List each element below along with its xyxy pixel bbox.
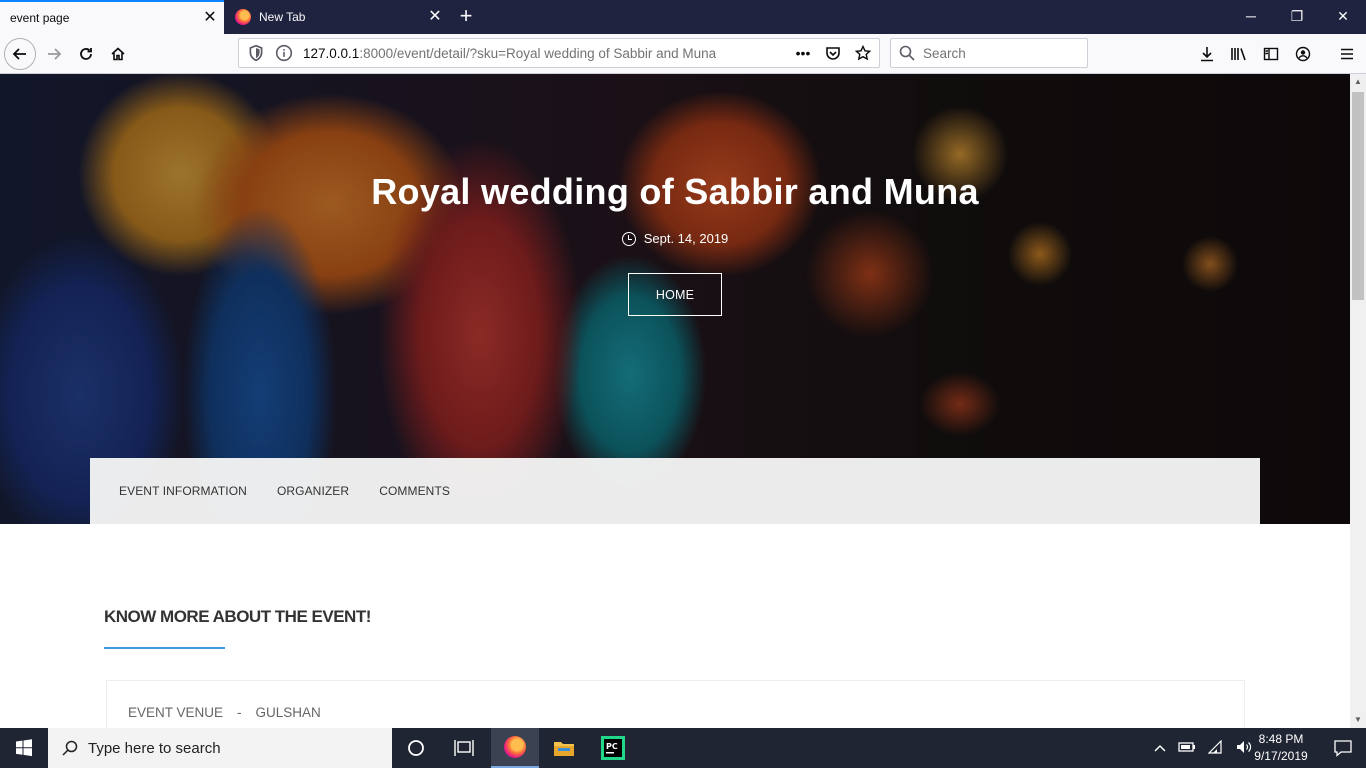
venue-separator: - <box>237 705 242 720</box>
home-button[interactable] <box>102 38 134 70</box>
back-arrow-icon <box>12 48 26 60</box>
new-tab-button[interactable]: + <box>452 2 480 32</box>
window-close-icon[interactable]: ✕ <box>1320 0 1366 34</box>
battery-icon[interactable] <box>1178 741 1196 756</box>
clock-icon <box>621 231 636 246</box>
back-button[interactable] <box>4 38 36 70</box>
tab-event-information[interactable]: EVENT INFORMATION <box>119 484 247 498</box>
system-tray <box>1154 728 1252 768</box>
url-bar[interactable]: 127.0.0.1:8000/event/detail/?sku=Royal w… <box>238 38 880 68</box>
taskbar-firefox-icon[interactable] <box>491 728 539 768</box>
reload-icon <box>80 48 92 60</box>
url-actions: ••• <box>793 43 873 63</box>
info-icon[interactable] <box>275 44 293 62</box>
section-divider <box>104 647 225 649</box>
tray-chevron-up-icon[interactable] <box>1154 741 1166 755</box>
event-tabs: EVENT INFORMATION ORGANIZER COMMENTS <box>90 458 1260 524</box>
search-icon <box>62 740 78 756</box>
page-actions-icon[interactable]: ••• <box>793 43 813 63</box>
forward-button[interactable] <box>38 38 70 70</box>
taskbar-search[interactable]: Type here to search <box>48 728 392 768</box>
file-explorer-icon[interactable] <box>540 728 588 768</box>
scroll-up-arrow-icon[interactable]: ▲ <box>1350 74 1366 90</box>
task-view-icon[interactable] <box>440 728 488 768</box>
nav-bar: 127.0.0.1:8000/event/detail/?sku=Royal w… <box>0 34 1366 74</box>
url-host: 127.0.0.1 <box>303 45 360 61</box>
close-tab-icon[interactable]: ✕ <box>196 10 224 26</box>
taskbar-clock[interactable]: 8:48 PM 9/17/2019 <box>1248 731 1314 765</box>
forward-arrow-icon <box>48 48 62 60</box>
search-placeholder: Search <box>923 45 966 61</box>
tab-strip: event page ✕ New Tab ✕ + ─ ❐ ✕ <box>0 0 1366 34</box>
account-icon[interactable] <box>1292 43 1314 65</box>
svg-text:PC: PC <box>606 742 618 751</box>
tab-title: New Tab <box>259 10 306 24</box>
scroll-down-arrow-icon[interactable]: ▼ <box>1350 712 1366 728</box>
vertical-scrollbar[interactable]: ▲ ▼ <box>1350 74 1366 728</box>
wifi-icon[interactable] <box>1207 739 1224 757</box>
venue-card: EVENT VENUE - GULSHAN <box>106 680 1245 728</box>
pocket-icon[interactable] <box>823 43 843 63</box>
venue-value: GULSHAN <box>255 705 321 720</box>
restore-icon[interactable]: ❐ <box>1274 0 1320 34</box>
scroll-thumb[interactable] <box>1352 92 1364 300</box>
tab-comments[interactable]: COMMENTS <box>379 484 450 498</box>
url-text[interactable]: 127.0.0.1:8000/event/detail/?sku=Royal w… <box>303 46 716 61</box>
close-tab-icon[interactable]: ✕ <box>421 9 449 25</box>
tab-event-page[interactable]: event page ✕ <box>0 0 224 34</box>
taskbar-search-placeholder: Type here to search <box>88 739 221 757</box>
search-field[interactable]: Search <box>890 38 1088 68</box>
home-icon <box>111 47 125 61</box>
clock-time: 8:48 PM <box>1258 732 1304 746</box>
bookmark-star-icon[interactable] <box>853 43 873 63</box>
tab-new-tab[interactable]: New Tab ✕ <box>225 0 449 34</box>
library-icon[interactable] <box>1228 43 1250 65</box>
venue-row: EVENT VENUE - GULSHAN <box>128 705 321 720</box>
venue-label: EVENT VENUE <box>128 705 224 720</box>
reload-button[interactable] <box>70 38 102 70</box>
page-viewport: Royal wedding of Sabbir and Muna Sept. 1… <box>0 74 1350 728</box>
downloads-icon[interactable] <box>1196 43 1218 65</box>
event-date-text: Sept. 14, 2019 <box>643 231 729 246</box>
url-path: :8000/event/detail/?sku=Royal wedding of… <box>359 45 717 61</box>
windows-start-icon[interactable] <box>0 728 48 768</box>
hamburger-menu-icon[interactable] <box>1336 43 1358 65</box>
shield-icon[interactable] <box>247 44 265 62</box>
notifications-icon[interactable] <box>1320 728 1366 768</box>
tab-title: event page <box>10 11 70 25</box>
event-title: Royal wedding of Sabbir and Muna <box>371 171 979 212</box>
sidebar-icon[interactable] <box>1260 43 1282 65</box>
toolbar-icons <box>1196 43 1314 65</box>
tab-organizer[interactable]: ORGANIZER <box>277 484 349 498</box>
home-link-button[interactable]: HOME <box>628 273 722 316</box>
clock-date: 9/17/2019 <box>1254 749 1308 763</box>
pycharm-icon[interactable]: PC <box>589 728 637 768</box>
event-date: Sept. 14, 2019 <box>0 231 1350 246</box>
cortana-icon[interactable] <box>392 728 440 768</box>
minimize-icon[interactable]: ─ <box>1228 0 1274 34</box>
taskbar: Type here to search PC 8:48 PM 9/17/2019 <box>0 728 1366 768</box>
firefox-icon <box>235 9 251 25</box>
search-icon <box>899 45 915 61</box>
section-title: KNOW MORE ABOUT THE EVENT! <box>104 607 371 626</box>
